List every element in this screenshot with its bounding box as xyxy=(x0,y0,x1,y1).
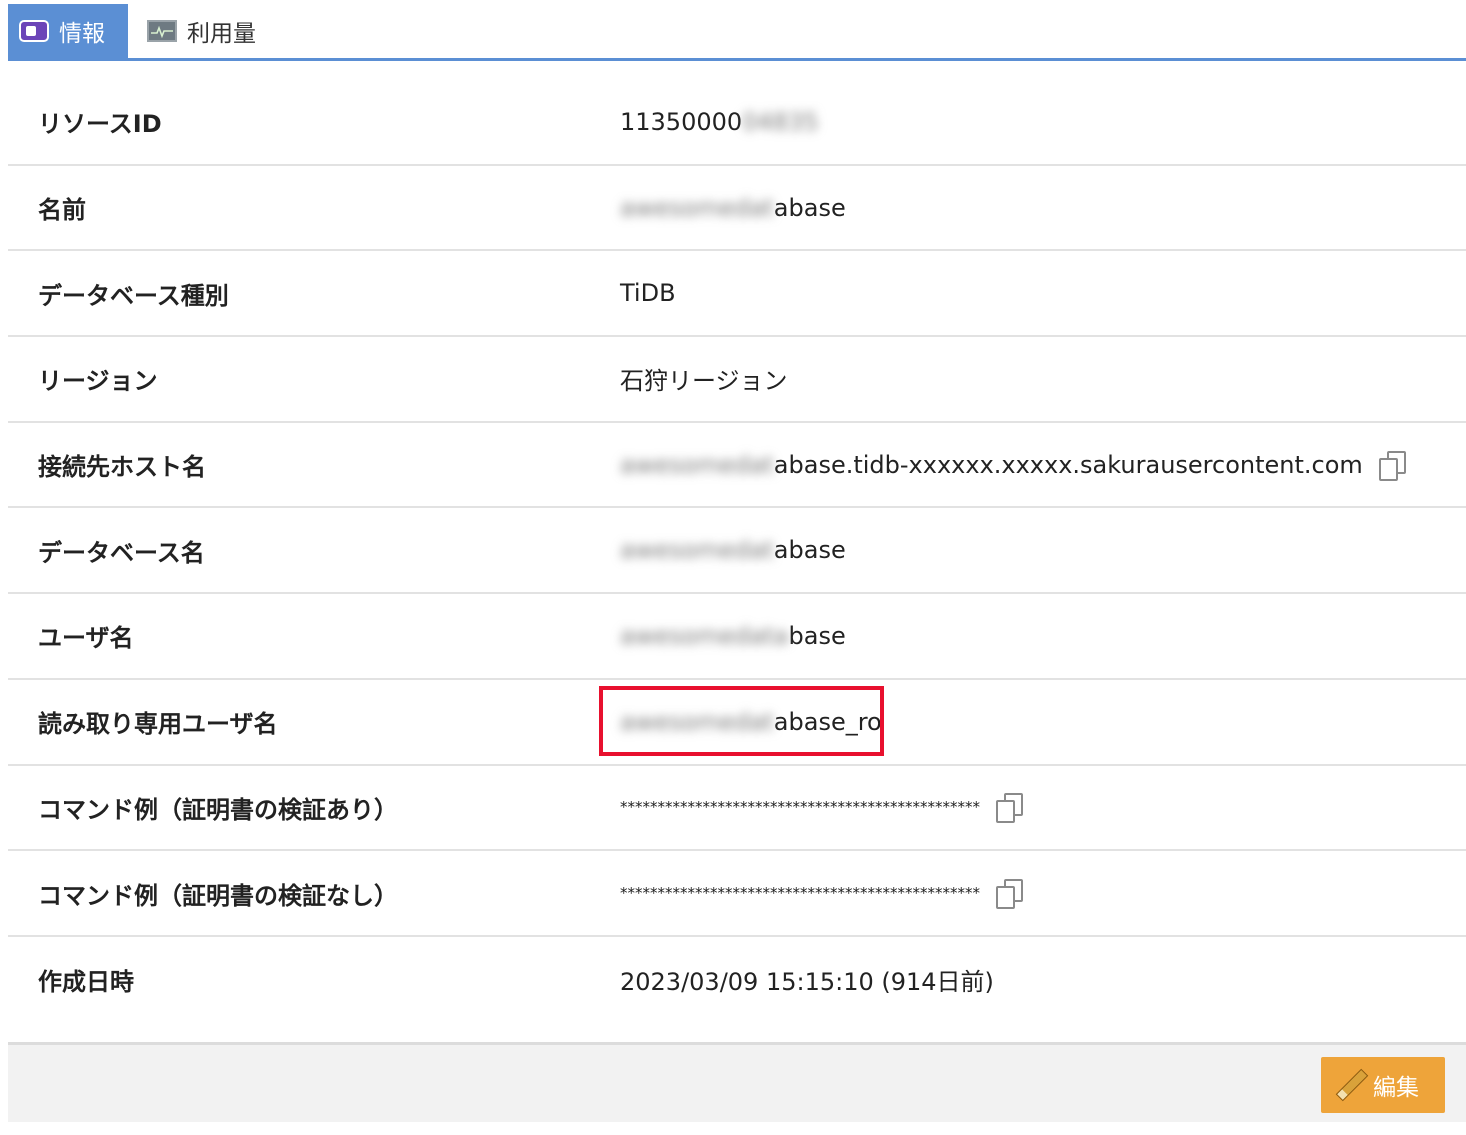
row-region: リージョン 石狩リージョン xyxy=(8,337,1466,423)
row-db-type: データベース種別 TiDB xyxy=(8,251,1466,338)
row-created-at: 作成日時 2023/03/09 15:15:10 (914日前) xyxy=(8,937,1466,1023)
row-readonly-user: 読み取り専用ユーザ名 awesomedat abase_ro xyxy=(8,680,1466,766)
row-value: ****************************************… xyxy=(620,851,1023,935)
info-table: リソースID 11350000 04835 名前 awesomedat abase … xyxy=(8,80,1466,1023)
edit-button[interactable]: 編集 xyxy=(1321,1057,1445,1113)
name-obscured: awesomedat xyxy=(620,193,774,222)
copy-icon[interactable] xyxy=(996,879,1023,910)
row-db-name: データベース名 awesomedat abase xyxy=(8,508,1466,595)
readonly-user-obscured: awesomedat xyxy=(620,707,774,736)
row-value: awesomedat abase.tidb-xxxxxx.xxxxx.sakura… xyxy=(620,423,1406,507)
row-command-noverify: コマンド例（証明書の検証なし） ************************… xyxy=(8,851,1466,937)
resource-info-panel: 情報 利用量 リソースID 11350000 04835 名前 awesomeda… xyxy=(8,0,1466,1122)
row-label: 読み取り専用ユーザ名 xyxy=(38,710,278,739)
row-name: 名前 awesomedat abase xyxy=(8,166,1466,252)
readonly-user-visible: abase_ro xyxy=(773,707,882,736)
row-value: awesomedat abase_ro xyxy=(620,680,882,764)
row-label: 名前 xyxy=(38,196,86,225)
host-visible: abase.tidb-xxxxxx.xxxxx.sakurauserconten… xyxy=(773,450,1363,479)
command-verify-masked: ****************************************… xyxy=(620,798,980,817)
row-host-name: 接続先ホスト名 awesomedat abase.tidb-xxxxxx.xxxx… xyxy=(8,423,1466,509)
row-resource-id: リソースID 11350000 04835 xyxy=(8,80,1466,166)
row-label: データベース種別 xyxy=(38,281,229,310)
command-noverify-masked: ****************************************… xyxy=(620,884,980,903)
row-value: 2023/03/09 15:15:10 (914日前) xyxy=(620,968,994,997)
tab-info[interactable]: 情報 xyxy=(8,4,128,58)
user-name-obscured: awesomedata xyxy=(620,621,789,650)
pencil-icon xyxy=(1335,1068,1369,1102)
row-user-name: ユーザ名 awesomedata base xyxy=(8,594,1466,680)
row-value: 11350000 04835 xyxy=(620,80,819,164)
tab-bar: 情報 利用量 xyxy=(8,0,1466,61)
copy-icon[interactable] xyxy=(1378,450,1406,481)
row-value: ****************************************… xyxy=(620,766,1023,850)
resource-id-obscured: 04835 xyxy=(742,107,819,136)
row-value: awesomedatabase xyxy=(620,166,846,250)
row-command-verify: コマンド例（証明書の検証あり） ************************… xyxy=(8,766,1466,852)
host-obscured: awesomedat xyxy=(620,450,774,479)
footer-bar: 編集 xyxy=(8,1042,1466,1122)
row-label: リージョン xyxy=(38,367,158,396)
copy-icon[interactable] xyxy=(996,793,1023,824)
monitor-chart-icon xyxy=(147,20,177,42)
row-label: 接続先ホスト名 xyxy=(38,453,206,482)
row-label: 作成日時 xyxy=(38,968,134,997)
row-label: データベース名 xyxy=(38,538,205,567)
tab-usage-label: 利用量 xyxy=(187,21,256,47)
row-label: コマンド例（証明書の検証あり） xyxy=(38,795,398,824)
row-value: TiDB xyxy=(620,279,676,308)
resource-id-visible: 11350000 xyxy=(620,107,743,136)
tab-info-label: 情報 xyxy=(59,21,105,47)
tab-usage[interactable]: 利用量 xyxy=(136,4,276,58)
info-card-icon xyxy=(19,20,49,42)
db-name-obscured: awesomedat xyxy=(620,536,774,565)
row-value: 石狩リージョン xyxy=(620,367,788,396)
row-value: awesomedatabase xyxy=(620,508,846,592)
row-label: ユーザ名 xyxy=(38,624,134,653)
row-label: コマンド例（証明書の検証なし） xyxy=(38,881,398,910)
db-name-visible: abase xyxy=(773,536,846,565)
user-name-visible: base xyxy=(788,621,846,650)
edit-button-label: 編集 xyxy=(1373,1075,1419,1101)
row-value: awesomedatabase xyxy=(620,594,846,678)
row-label: リソースID xyxy=(38,110,162,139)
name-visible: abase xyxy=(773,193,846,222)
